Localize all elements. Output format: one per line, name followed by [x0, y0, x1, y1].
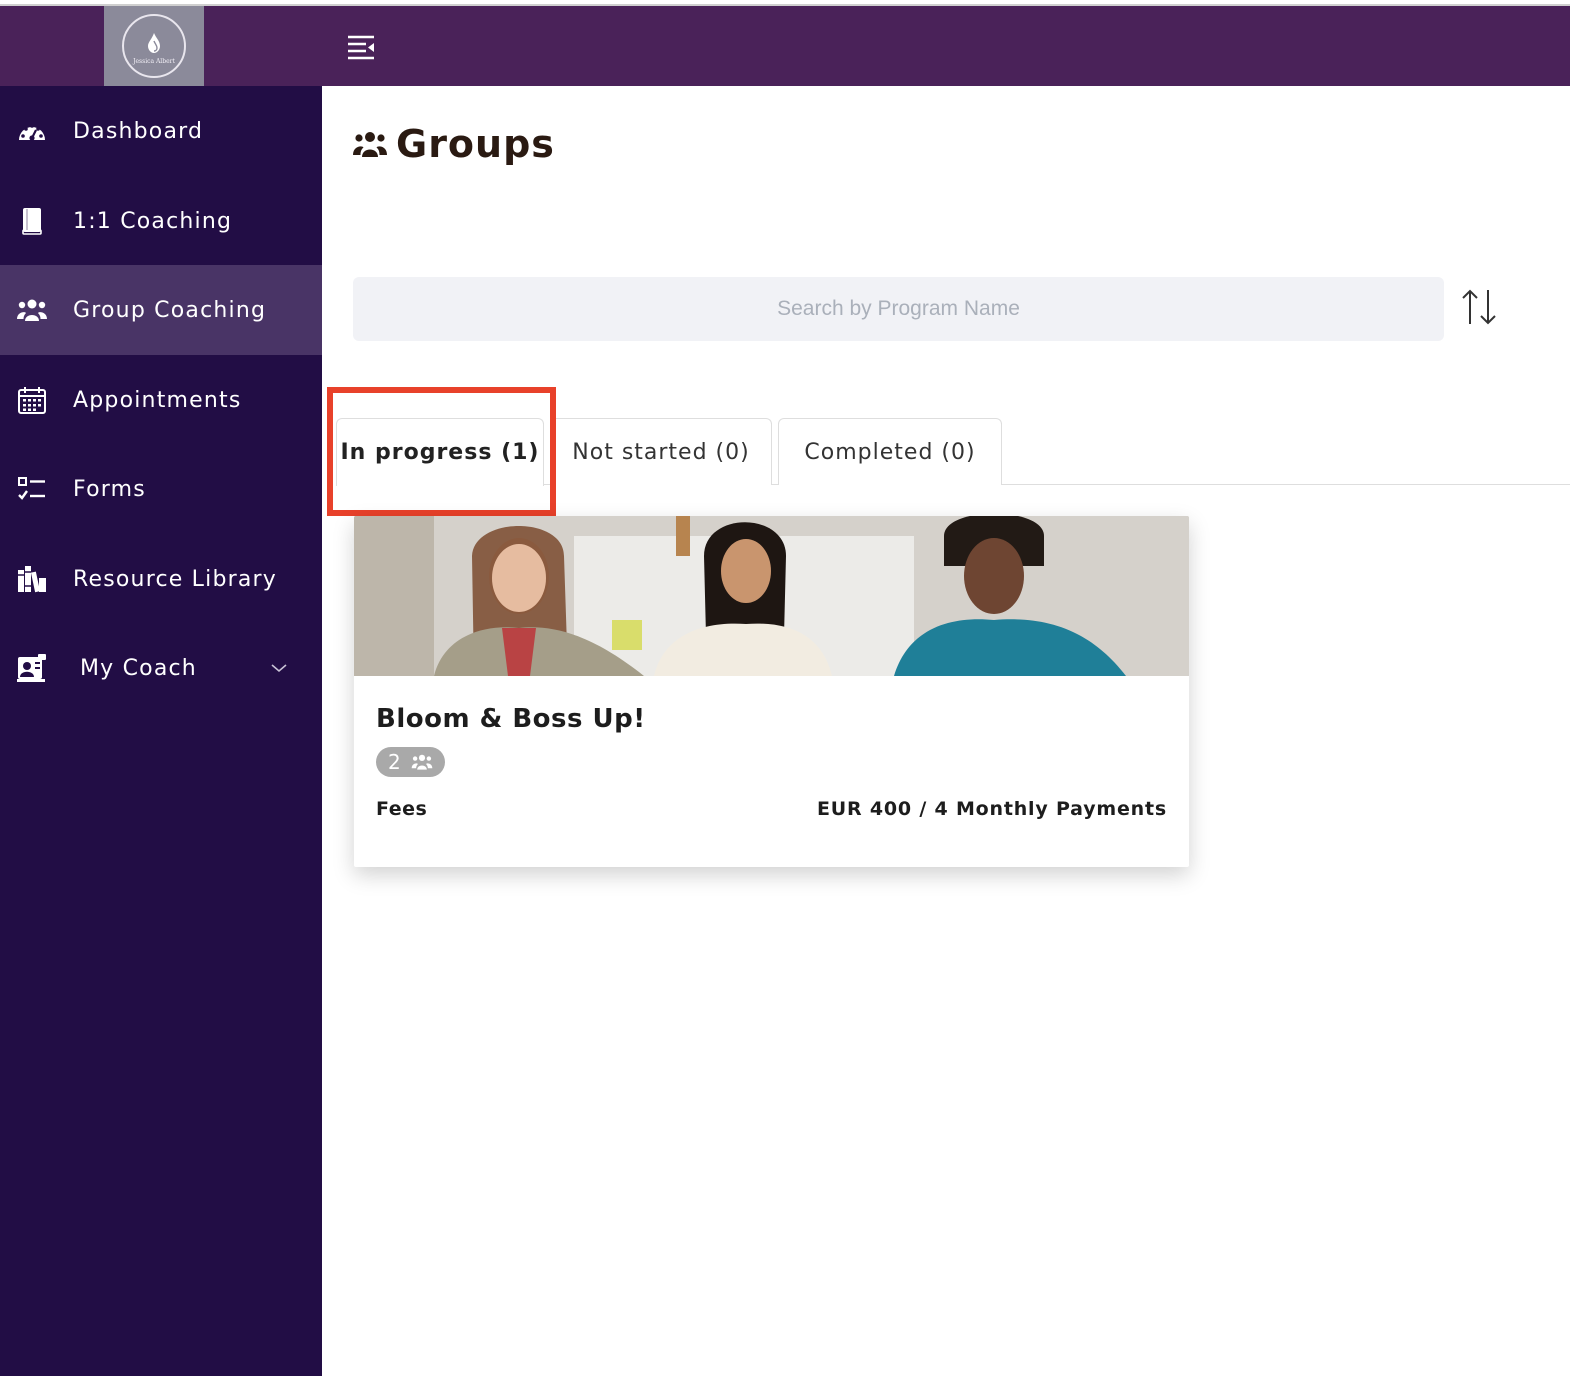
fees-value: EUR 400 / 4 Monthly Payments — [817, 798, 1167, 820]
logo-circle: Jessica Albert — [122, 14, 186, 78]
users-icon — [411, 754, 433, 770]
sidebar-item-label: My Coach — [80, 655, 197, 681]
search-input[interactable] — [353, 277, 1444, 341]
library-icon — [16, 563, 48, 595]
sidebar-item-label: 1:1 Coaching — [73, 208, 233, 234]
sidebar-item-label: Group Coaching — [73, 297, 267, 323]
top-bar: Jessica Albert — [0, 6, 1570, 86]
fees-label: Fees — [376, 798, 428, 820]
tab-label: Not started (0) — [572, 439, 750, 465]
page-title-text: Groups — [396, 122, 555, 166]
sidebar-item-forms[interactable]: Forms — [0, 444, 322, 534]
checklist-icon — [16, 473, 48, 505]
tab-label: Completed (0) — [804, 439, 976, 465]
sidebar-item-group-coaching[interactable]: Group Coaching — [0, 265, 322, 355]
main-content: Groups In progress (1) Not started (0) C… — [322, 86, 1570, 1376]
program-title: Bloom & Boss Up! — [376, 704, 646, 734]
sidebar: Dashboard 1:1 Coaching Group Coaching Ap… — [0, 86, 322, 1376]
sidebar-item-one-on-one-coaching[interactable]: 1:1 Coaching — [0, 176, 322, 266]
tab-completed[interactable]: Completed (0) — [778, 418, 1002, 485]
menu-collapse-icon[interactable] — [346, 34, 376, 60]
sidebar-item-my-coach[interactable]: My Coach — [0, 623, 322, 713]
sidebar-item-label: Forms — [73, 476, 146, 502]
sidebar-item-appointments[interactable]: Appointments — [0, 355, 322, 445]
sidebar-item-resource-library[interactable]: Resource Library — [0, 534, 322, 624]
dashboard-gauge-icon — [16, 115, 48, 147]
sort-icon[interactable] — [1458, 286, 1502, 328]
tab-in-progress[interactable]: In progress (1) — [336, 418, 544, 486]
users-icon — [16, 294, 48, 326]
program-card[interactable]: Bloom & Boss Up! 2 Fees EUR 400 / 4 Mont… — [354, 516, 1189, 867]
flame-drop-icon — [148, 32, 160, 53]
page-title: Groups — [352, 122, 555, 166]
sidebar-item-label: Resource Library — [73, 566, 278, 592]
tab-label: In progress (1) — [340, 440, 540, 465]
sidebar-item-dashboard[interactable]: Dashboard — [0, 86, 322, 176]
members-badge: 2 — [376, 747, 445, 777]
calendar-icon — [16, 384, 48, 416]
sidebar-item-label: Appointments — [73, 387, 242, 413]
book-icon — [16, 205, 48, 237]
coach-profile-icon — [16, 652, 48, 684]
brand-logo[interactable]: Jessica Albert — [104, 6, 204, 86]
members-count: 2 — [388, 750, 401, 774]
sidebar-item-label: Dashboard — [73, 118, 204, 144]
chevron-down-icon[interactable] — [268, 661, 290, 675]
tab-not-started[interactable]: Not started (0) — [550, 418, 772, 485]
logo-text: Jessica Albert — [133, 57, 175, 65]
program-cover-image — [354, 516, 1189, 676]
users-icon — [353, 132, 387, 157]
